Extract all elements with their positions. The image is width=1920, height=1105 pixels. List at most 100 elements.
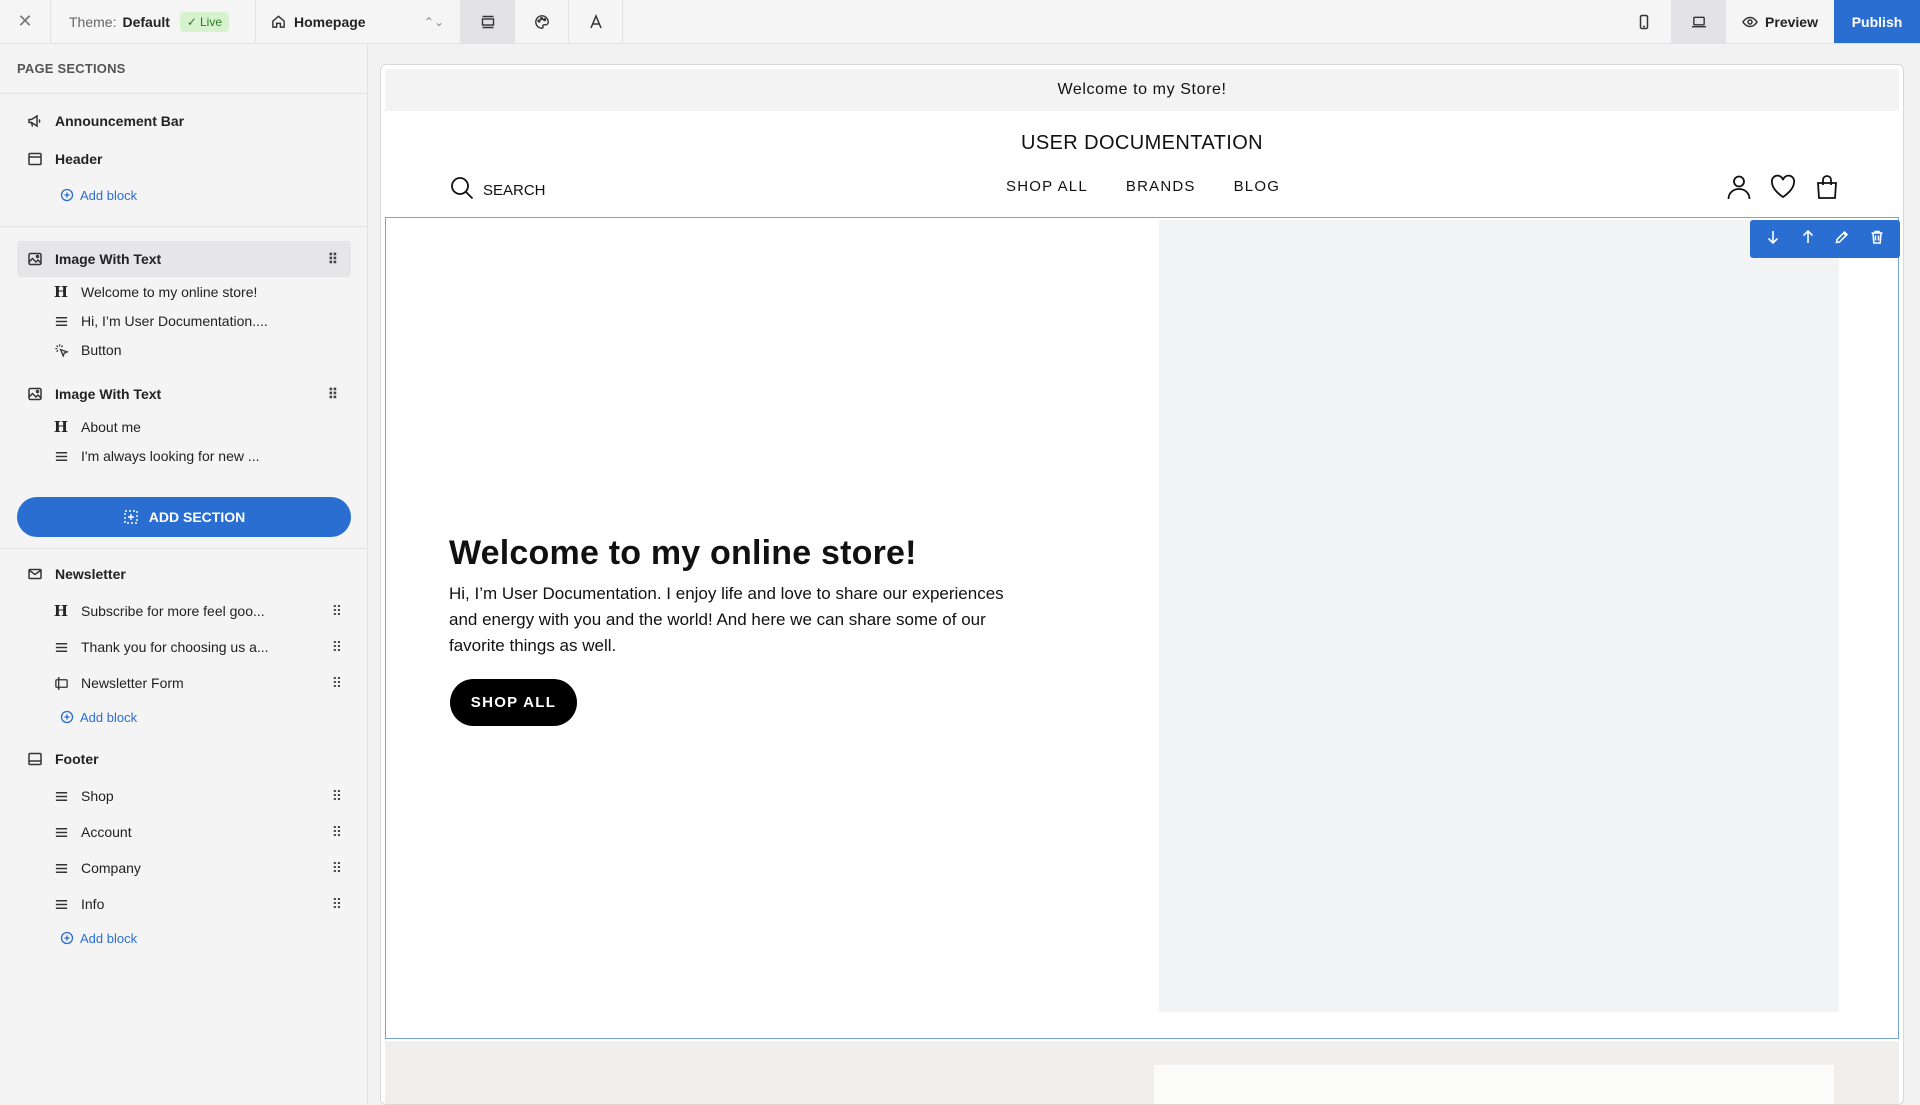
move-up-icon[interactable] xyxy=(1800,229,1816,250)
add-block-newsletter-button[interactable]: Add block xyxy=(59,707,137,727)
section-image-with-text-2[interactable]: Image With Text ⠿ xyxy=(17,377,351,411)
add-section-button[interactable]: ADD SECTION xyxy=(17,497,351,537)
mobile-view-button[interactable] xyxy=(1616,0,1671,43)
block-label: I'm always looking for new ... xyxy=(81,448,260,464)
section-footer[interactable]: Footer xyxy=(17,742,351,776)
close-icon: ✕ xyxy=(17,11,33,31)
drag-handle-icon[interactable]: ⠿ xyxy=(332,897,342,911)
section-label: Header xyxy=(55,151,103,167)
section-announcement-bar[interactable]: Announcement Bar xyxy=(17,104,351,138)
heading-icon: H xyxy=(53,602,69,620)
block-heading[interactable]: H Welcome to my online store! xyxy=(53,278,351,306)
nav-item-blog[interactable]: BLOG xyxy=(1234,178,1280,195)
sidebar-heading: PAGE SECTIONS xyxy=(0,44,367,94)
typography-button[interactable] xyxy=(569,0,623,43)
block-label: Button xyxy=(81,342,122,358)
text-lines-icon xyxy=(53,313,69,329)
move-down-icon[interactable] xyxy=(1765,229,1781,250)
image-with-text-section-selected[interactable]: Welcome to my online store! Hi, I’m User… xyxy=(385,217,1900,1039)
text-lines-icon xyxy=(53,896,69,912)
block-menu[interactable]: Shop ⠿ xyxy=(53,782,351,810)
theme-name: Default xyxy=(122,13,170,30)
drag-handle-icon[interactable]: ⠿ xyxy=(328,252,338,266)
block-menu[interactable]: Account ⠿ xyxy=(53,818,351,846)
store-preview-canvas: Welcome to my Store! USER DOCUMENTATION … xyxy=(380,64,1904,1105)
section-actions-toolbar xyxy=(1750,220,1900,258)
block-label: Newsletter Form xyxy=(81,675,184,691)
block-label: Shop xyxy=(81,788,114,804)
drag-handle-icon[interactable]: ⠿ xyxy=(332,604,342,618)
delete-trash-icon[interactable] xyxy=(1869,229,1885,250)
text-lines-icon xyxy=(53,788,69,804)
hero-text[interactable]: Hi, I’m User Documentation. I enjoy life… xyxy=(449,581,1009,659)
add-section-label: ADD SECTION xyxy=(148,509,246,525)
check-icon: ✓ xyxy=(186,14,197,29)
section-header[interactable]: Header xyxy=(17,142,351,176)
divider xyxy=(0,226,368,227)
block-text[interactable]: Hi, I’m User Documentation.... xyxy=(53,307,351,335)
block-heading[interactable]: H Subscribe for more feel goo... ⠿ xyxy=(53,597,351,625)
mobile-icon xyxy=(1636,14,1652,30)
font-icon xyxy=(588,13,604,30)
live-label: Live xyxy=(199,14,222,29)
image-placeholder xyxy=(1154,1065,1834,1104)
click-icon xyxy=(53,342,69,358)
block-label: Thank you for choosing us a... xyxy=(81,639,269,655)
eye-icon xyxy=(1742,14,1758,30)
edit-pencil-icon[interactable] xyxy=(1834,229,1850,250)
desktop-view-button[interactable] xyxy=(1671,0,1726,43)
form-icon xyxy=(53,675,69,691)
text-lines-icon xyxy=(53,824,69,840)
block-label: Company xyxy=(81,860,141,876)
publish-button[interactable]: Publish xyxy=(1834,0,1920,43)
section-label: Newsletter xyxy=(55,566,126,582)
block-text[interactable]: I'm always looking for new ... xyxy=(53,442,351,470)
drag-handle-icon[interactable]: ⠿ xyxy=(328,387,338,401)
search-label: SEARCH xyxy=(483,181,546,199)
hero-heading[interactable]: Welcome to my online store! xyxy=(449,534,917,573)
page-sections-sidebar: PAGE SECTIONS Announcement Bar Header Ad… xyxy=(0,44,368,1105)
nav-item-shop-all[interactable]: SHOP ALL xyxy=(1006,178,1088,195)
search-link[interactable]: SEARCH xyxy=(449,175,546,205)
drag-handle-icon[interactable]: ⠿ xyxy=(332,789,342,803)
block-label: Account xyxy=(81,824,132,840)
block-newsletter-form[interactable]: Newsletter Form ⠿ xyxy=(53,669,351,697)
drag-handle-icon[interactable]: ⠿ xyxy=(332,640,342,654)
block-text[interactable]: Thank you for choosing us a... ⠿ xyxy=(53,633,351,661)
block-menu[interactable]: Info ⠿ xyxy=(53,890,351,918)
section-label: Image With Text xyxy=(55,251,162,267)
text-lines-icon xyxy=(53,860,69,876)
block-menu[interactable]: Company ⠿ xyxy=(53,854,351,882)
block-button[interactable]: Button xyxy=(53,336,351,364)
mail-icon xyxy=(27,566,43,582)
announcement-bar[interactable]: Welcome to my Store! xyxy=(385,69,1899,111)
wishlist-heart-icon[interactable] xyxy=(1769,173,1797,206)
divider xyxy=(0,548,368,549)
drag-handle-icon[interactable]: ⠿ xyxy=(332,861,342,875)
preview-button[interactable]: Preview xyxy=(1726,0,1834,43)
account-icon[interactable] xyxy=(1725,173,1753,206)
image-icon xyxy=(27,251,43,267)
store-logo-title[interactable]: USER DOCUMENTATION xyxy=(381,132,1903,155)
heading-icon: H xyxy=(53,283,69,301)
header-icons xyxy=(1725,173,1841,206)
drag-handle-icon[interactable]: ⠿ xyxy=(332,825,342,839)
section-label: Image With Text xyxy=(55,386,162,402)
drag-handle-icon[interactable]: ⠿ xyxy=(332,676,342,690)
shop-all-button[interactable]: SHOP ALL xyxy=(450,679,577,726)
block-heading[interactable]: H About me xyxy=(53,413,351,441)
live-badge: ✓ Live xyxy=(179,11,229,32)
theme-colors-button[interactable] xyxy=(515,0,569,43)
nav-item-brands[interactable]: BRANDS xyxy=(1126,178,1196,195)
cart-bag-icon[interactable] xyxy=(1813,173,1841,206)
close-button[interactable]: ✕ xyxy=(0,0,51,43)
section-label: Footer xyxy=(55,751,99,767)
section-newsletter[interactable]: Newsletter xyxy=(17,557,351,591)
heading-icon: H xyxy=(53,418,69,436)
section-image-with-text-1[interactable]: Image With Text ⠿ xyxy=(17,241,351,277)
preview-label: Preview xyxy=(1765,13,1818,30)
sections-tool-button[interactable] xyxy=(461,0,515,43)
add-block-header-button[interactable]: Add block xyxy=(59,185,137,205)
add-block-footer-button[interactable]: Add block xyxy=(59,928,137,948)
page-selector[interactable]: Homepage ⌃⌄ xyxy=(256,0,461,43)
